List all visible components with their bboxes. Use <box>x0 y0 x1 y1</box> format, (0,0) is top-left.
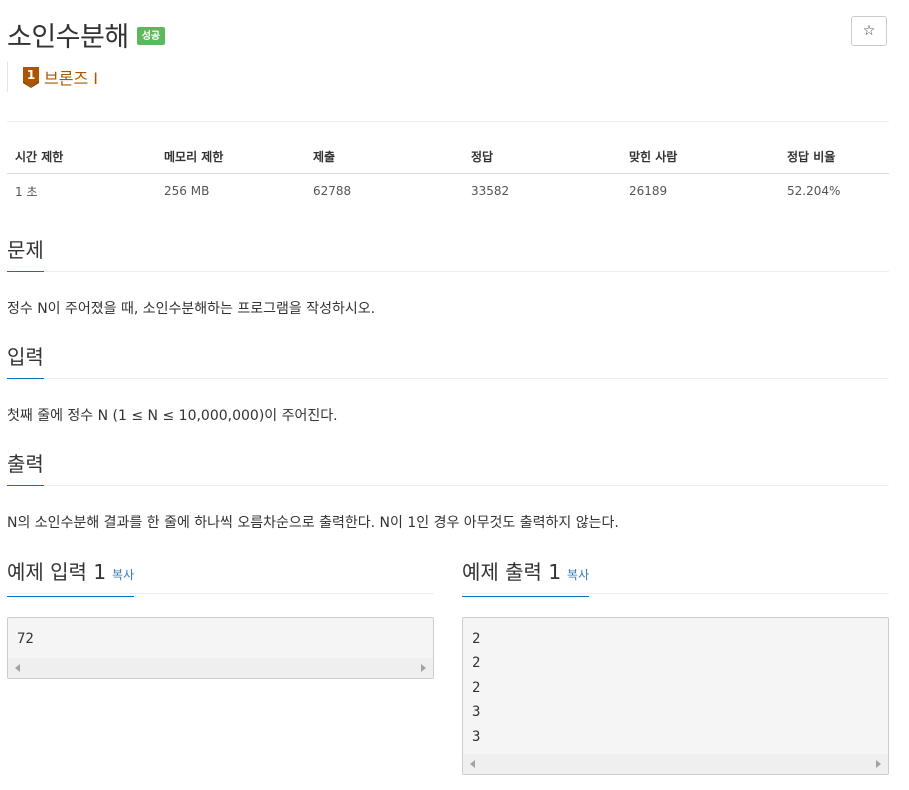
sample-input-heading: 예제 입력 1 복사 <box>7 559 135 597</box>
sample-input-lines: 72 <box>8 618 433 651</box>
sample-output-line: 2 <box>472 655 481 672</box>
output-description: N의 소인수분해 결과를 한 줄에 하나씩 오름차순으로 출력한다. N이 1인… <box>7 515 619 531</box>
header-accepted: 정답 <box>463 140 621 174</box>
sample-output-line: 2 <box>472 631 481 647</box>
value-accepted: 33582 <box>471 184 510 198</box>
sample-input-title: 예제 입력 1 <box>7 560 107 584</box>
sample-output-line: 3 <box>472 728 481 745</box>
sample-output-lines: 2 2 2 3 3 <box>463 618 888 749</box>
scroll-right-icon[interactable] <box>421 664 426 672</box>
input-description: 첫째 줄에 정수 N (1 ≤ N ≤ 10,000,000)이 주어진다. <box>7 408 338 424</box>
status-badge: 성공 <box>136 27 166 45</box>
sample-output-heading: 예제 출력 1 복사 <box>462 559 590 597</box>
header-memory-limit: 메모리 제한 <box>156 140 305 174</box>
value-time-limit: 1 초 <box>15 184 38 199</box>
star-icon: ☆ <box>862 23 876 39</box>
page-title: 소인수분해 <box>7 21 129 53</box>
tier-label[interactable]: 브론즈 I <box>44 65 98 89</box>
output-section: 출력 N의 소인수분해 결과를 한 줄에 하나씩 오름차순으로 출력한다. N이… <box>7 451 889 533</box>
title-row: 소인수분해 성공 <box>7 14 166 54</box>
value-memory-limit: 256 MB <box>164 184 210 198</box>
copy-output-button[interactable]: 복사 <box>567 568 589 582</box>
sample-input-section: 예제 입력 1 복사 <box>7 559 434 597</box>
header-submissions: 제출 <box>305 140 463 174</box>
problem-description: 정수 N이 주어졌을 때, 소인수분해하는 프로그램을 작성하시오. <box>7 301 376 317</box>
info-header-row: 시간 제한 메모리 제한 제출 정답 맞힌 사람 정답 비율 <box>7 140 889 174</box>
tier-number: 1 <box>27 68 35 82</box>
copy-input-button[interactable]: 복사 <box>112 568 134 582</box>
sample-output-line: 3 <box>472 704 481 721</box>
scroll-left-icon[interactable] <box>470 760 475 768</box>
value-accept-ratio: 52.204% <box>787 184 841 198</box>
problem-section: 문제 정수 N이 주어졌을 때, 소인수분해하는 프로그램을 작성하시오. <box>7 237 889 319</box>
input-section: 입력 첫째 줄에 정수 N (1 ≤ N ≤ 10,000,000)이 주어진다… <box>7 344 889 426</box>
problem-heading: 문제 <box>7 237 44 272</box>
header-time-limit: 시간 제한 <box>7 140 156 174</box>
horizontal-scrollbar[interactable] <box>463 754 888 774</box>
sample-output-line: 2 <box>472 679 481 696</box>
problem-info-table: 시간 제한 메모리 제한 제출 정답 맞힌 사람 정답 비율 1 초 256 M… <box>7 140 889 208</box>
tier-box: 1 브론즈 I <box>7 62 98 92</box>
input-heading: 입력 <box>7 344 44 379</box>
sample-input-line: 72 <box>17 631 34 647</box>
bronze-tier-icon: 1 <box>23 67 39 88</box>
sample-output-title: 예제 출력 1 <box>462 560 562 584</box>
value-submissions: 62788 <box>313 184 352 198</box>
header-divider <box>7 121 889 122</box>
header-accept-ratio: 정답 비율 <box>779 140 889 174</box>
horizontal-scrollbar[interactable] <box>8 658 433 678</box>
value-solved-users: 26189 <box>629 184 668 198</box>
output-heading: 출력 <box>7 451 44 486</box>
sample-output-section: 예제 출력 1 복사 <box>462 559 889 597</box>
scroll-right-icon[interactable] <box>876 760 881 768</box>
sample-input-box[interactable]: 72 <box>7 617 434 679</box>
star-button[interactable]: ☆ <box>851 16 887 46</box>
info-value-row: 1 초 256 MB 62788 33582 26189 52.204% <box>7 174 889 209</box>
sample-output-box[interactable]: 2 2 2 3 3 <box>462 617 889 775</box>
scroll-left-icon[interactable] <box>15 664 20 672</box>
header-solved-users: 맞힌 사람 <box>621 140 779 174</box>
